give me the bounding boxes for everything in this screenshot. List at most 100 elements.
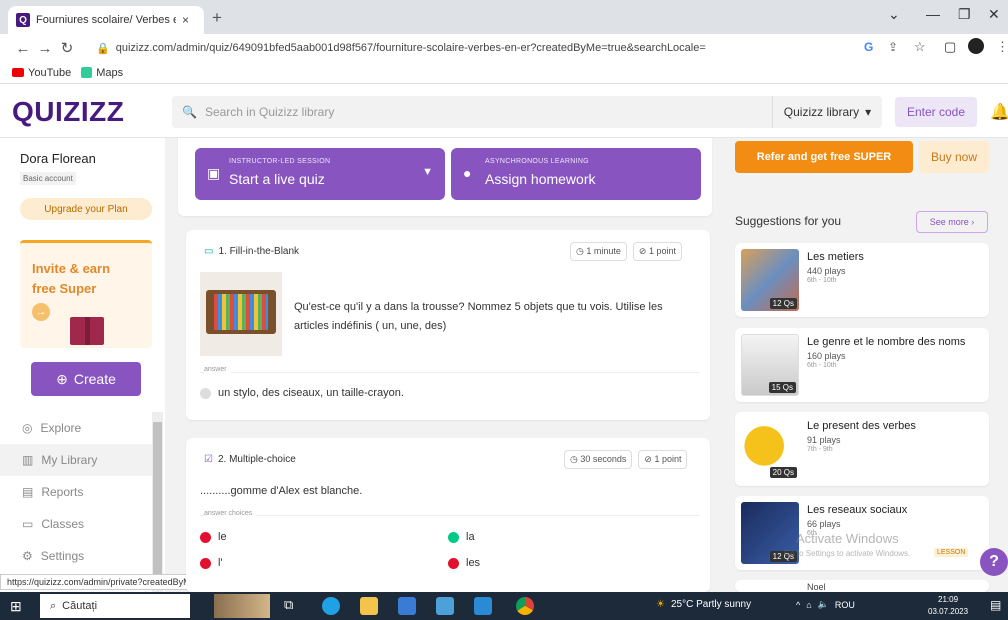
back-icon[interactable]: ← <box>12 40 34 57</box>
clock[interactable]: 21:09 03.07.2023 <box>928 594 968 618</box>
gear-icon: ⚙ <box>22 549 33 563</box>
sidebar-scroll-thumb[interactable] <box>153 422 162 588</box>
see-more-button[interactable]: See more › <box>916 211 988 233</box>
invite-title-2: free Super <box>32 281 97 296</box>
mail-icon[interactable] <box>436 597 454 615</box>
fill-blank-icon: ▭ <box>204 246 214 257</box>
suggestion-name: Les metiers <box>807 251 864 263</box>
assign-homework-button[interactable]: ● ASYNCHRONOUS LEARNING Assign homework <box>451 148 701 200</box>
forward-icon[interactable]: → <box>34 40 56 57</box>
tab-title: Fourniures scolaire/ Verbes en <box>36 14 176 26</box>
file-explorer-icon[interactable] <box>360 597 378 615</box>
maps-icon <box>81 67 93 78</box>
question-2-header: ☑ 2. Multiple-choice <box>204 454 296 465</box>
bell-icon[interactable]: 🔔 <box>990 102 1008 122</box>
caret-down-icon: ▾ <box>865 105 872 119</box>
answer-row: un stylo, des ciseaux, un taille-crayon. <box>200 387 404 399</box>
quizizz-logo[interactable]: QUIZIZZ <box>12 96 124 128</box>
suggestion-name: Le genre et le nombre des noms <box>807 336 966 348</box>
bookmark-maps[interactable]: Maps <box>81 67 123 79</box>
clock-icon: ● <box>463 165 472 181</box>
pencils-shape <box>214 294 268 330</box>
suggestion-card[interactable]: 20 Qs Le present des verbes 91 plays 7th -… <box>735 412 989 486</box>
system-tray[interactable]: ^ ⌂ 🔈 ROU <box>796 599 855 610</box>
language-label: ROU <box>834 599 855 610</box>
create-button[interactable]: ⊕ Create <box>31 362 141 396</box>
close-window-button[interactable]: ✕ <box>988 6 1000 23</box>
incorrect-dot-icon <box>200 557 211 569</box>
start-live-quiz-button[interactable]: ▣ INSTRUCTOR-LED SESSION Start a live qu… <box>195 148 445 200</box>
profile-avatar[interactable] <box>968 38 984 54</box>
taskbar-search[interactable]: ⌕ Căutați <box>40 594 190 618</box>
sidebar-item-explore[interactable]: ◎ Explore <box>0 412 152 444</box>
suggestion-thumbnail: 12 Qs <box>741 249 799 311</box>
store-icon[interactable] <box>398 597 416 615</box>
restore-button[interactable]: ❐ <box>958 6 971 23</box>
lesson-badge: LESSON <box>934 548 969 557</box>
buy-now-button[interactable]: Buy now <box>919 141 989 173</box>
suggestion-plays: 440 plays <box>807 266 846 276</box>
question-1-meta: ◷ 1 minute ⊘ 1 point <box>570 242 682 261</box>
caret-down-icon[interactable]: ▼ <box>422 166 433 178</box>
suggestion-name: Noel <box>807 582 826 592</box>
pencil-case-image <box>200 272 282 356</box>
live-session-icon: ▣ <box>207 165 221 181</box>
question-1-text: Qu'est-ce qu'il y a dans la trousse? Nom… <box>294 301 663 332</box>
sidebar-item-my-library[interactable]: ▥ My Library <box>0 444 152 476</box>
reports-icon: ▤ <box>22 485 34 499</box>
help-button[interactable]: ? <box>980 548 1008 576</box>
suggestion-card[interactable]: Noel <box>735 580 989 592</box>
suggestion-card[interactable]: 12 Qs Les metiers 440 plays 6th - 10th <box>735 243 989 317</box>
classes-icon: ▭ <box>22 517 34 531</box>
search-icon: 🔍 <box>182 105 197 119</box>
reload-icon[interactable]: ↻ <box>56 39 78 57</box>
windows-watermark-sub: Go to Settings to activate Windows. <box>784 549 911 558</box>
live-quiz-title: Start a live quiz <box>229 171 325 187</box>
homework-subtitle: ASYNCHRONOUS LEARNING <box>485 158 589 165</box>
question-1-header: ▭ 1. Fill-in-the-Blank <box>204 246 299 257</box>
windows-start-icon[interactable]: ⊞ <box>10 598 22 615</box>
tab-close-icon[interactable]: × <box>182 13 189 27</box>
enter-code-button[interactable]: Enter code <box>895 97 977 127</box>
suggestion-plays: 91 plays <box>807 435 841 445</box>
incorrect-dot-icon <box>448 557 459 569</box>
sidebar-item-classes[interactable]: ▭ Classes <box>0 508 152 540</box>
suggestion-plays: 66 plays <box>807 519 841 529</box>
minimize-button[interactable]: — <box>926 6 940 22</box>
answer-label: answer <box>204 366 231 373</box>
invite-title-1: Invite & earn <box>32 261 111 276</box>
share-icon[interactable]: ⇪ <box>888 40 898 54</box>
choice-item: le <box>200 531 227 543</box>
correct-dot-icon <box>448 531 459 543</box>
suggestion-card[interactable]: 15 Qs Le genre et le nombre des noms 160 … <box>735 328 989 402</box>
points-badge: ⊘ 1 point <box>632 242 682 261</box>
photos-icon[interactable] <box>474 597 492 615</box>
browser-tab[interactable]: Q Fourniures scolaire/ Verbes en × <box>8 6 204 34</box>
refer-button[interactable]: Refer and get free SUPER <box>735 141 913 173</box>
google-icon[interactable]: G <box>864 40 873 54</box>
notifications-icon[interactable]: ▤ <box>990 598 1001 612</box>
tab-search-icon[interactable]: ⌄ <box>888 6 900 23</box>
library-select[interactable]: Quizizz library ▾ <box>772 96 882 128</box>
browser-menu-icon[interactable]: ⋮ <box>996 39 1008 55</box>
lock-icon: 🔒 <box>96 42 110 55</box>
bookmark-star-icon[interactable]: ☆ <box>914 39 926 55</box>
weather-widget[interactable]: ☀ 25°C Partly sunny <box>656 599 751 610</box>
invite-earn-card[interactable]: Invite & earn free Super → <box>20 240 152 348</box>
sidebar-item-reports[interactable]: ▤ Reports <box>0 476 152 508</box>
sidepanel-icon[interactable]: ▢ <box>944 39 956 55</box>
suggestions-title: Suggestions for you <box>735 214 842 228</box>
bookmark-youtube[interactable]: YouTube <box>12 67 71 79</box>
task-view-icon[interactable]: ⧉ <box>284 597 302 615</box>
taskbar-news-image[interactable] <box>214 594 270 618</box>
choice-item: l' <box>200 557 223 569</box>
new-tab-button[interactable]: + <box>212 8 222 28</box>
sidebar-item-settings[interactable]: ⚙ Settings <box>0 540 152 572</box>
arrow-right-icon[interactable]: → <box>32 303 50 321</box>
edge-icon[interactable] <box>322 597 340 615</box>
url-field[interactable]: 🔒 quizizz.com/admin/quiz/649091bfed5aab0… <box>96 38 946 58</box>
quizizz-favicon-icon: Q <box>16 13 30 27</box>
upgrade-plan-button[interactable]: Upgrade your Plan <box>20 198 152 220</box>
divider <box>200 515 700 516</box>
chrome-icon[interactable] <box>516 597 534 615</box>
